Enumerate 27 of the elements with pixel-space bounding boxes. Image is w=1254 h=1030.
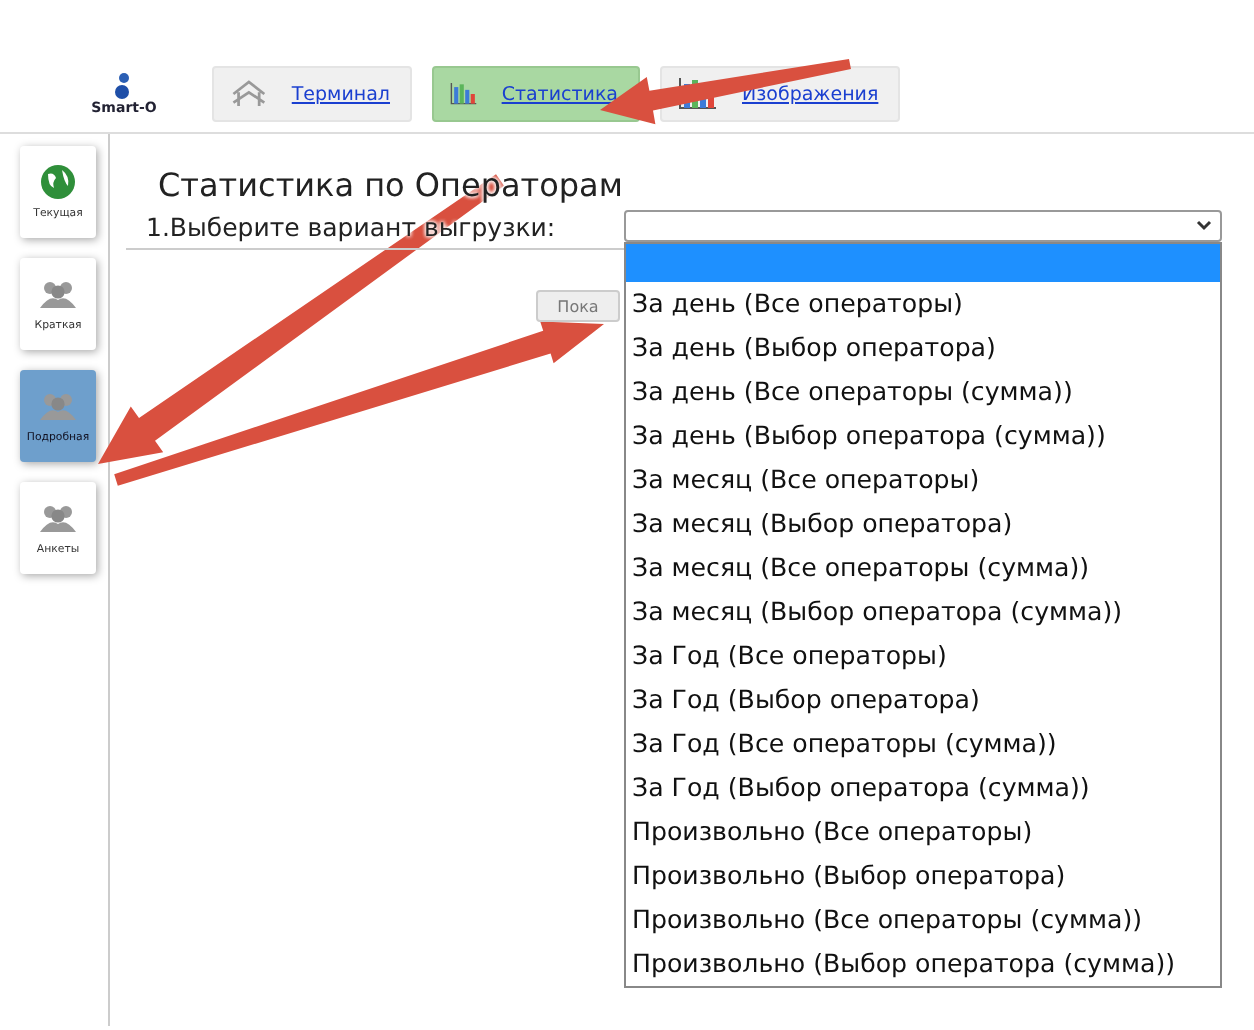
dropdown-option[interactable]: Произвольно (Все операторы) [626, 810, 1220, 854]
dropdown-option[interactable]: За месяц (Все операторы (сумма)) [626, 546, 1220, 590]
dropdown-option[interactable]: Произвольно (Выбор оператора (сумма)) [626, 942, 1220, 986]
show-button[interactable]: Пока [536, 290, 620, 322]
dropdown-option[interactable]: Произвольно (Выбор оператора) [626, 854, 1220, 898]
globe-icon [40, 164, 76, 200]
dropdown-option[interactable]: Произвольно (Все операторы (сумма)) [626, 898, 1220, 942]
house-icon [230, 76, 268, 112]
nav-tab[interactable]: Терминал [212, 66, 412, 122]
dropdown-option[interactable]: За день (Все операторы) [626, 282, 1220, 326]
dropdown-option[interactable]: За месяц (Выбор оператора) [626, 502, 1220, 546]
dropdown-option[interactable]: За Год (Все операторы (сумма)) [626, 722, 1220, 766]
people-icon [38, 388, 78, 424]
dropdown-option[interactable]: За день (Выбор оператора (сумма)) [626, 414, 1220, 458]
dropdown-option[interactable]: За месяц (Выбор оператора (сумма)) [626, 590, 1220, 634]
bar-chart-icon [450, 78, 478, 110]
people-icon [38, 276, 78, 312]
nav-tab[interactable]: Статистика [432, 66, 640, 122]
dropdown-option[interactable]: За день (Выбор оператора) [626, 326, 1220, 370]
export-select[interactable] [624, 210, 1222, 242]
dropdown-option[interactable]: За Год (Выбор оператора (сумма)) [626, 766, 1220, 810]
caret-icon [1196, 218, 1212, 234]
dropdown-option[interactable]: За Год (Выбор оператора) [626, 678, 1220, 722]
people-icon [38, 500, 78, 536]
dropdown-option[interactable]: За месяц (Все операторы) [626, 458, 1220, 502]
dropdown-option[interactable]: За день (Все операторы (сумма)) [626, 370, 1220, 414]
dropdown-option[interactable]: За Год (Все операторы) [626, 634, 1220, 678]
